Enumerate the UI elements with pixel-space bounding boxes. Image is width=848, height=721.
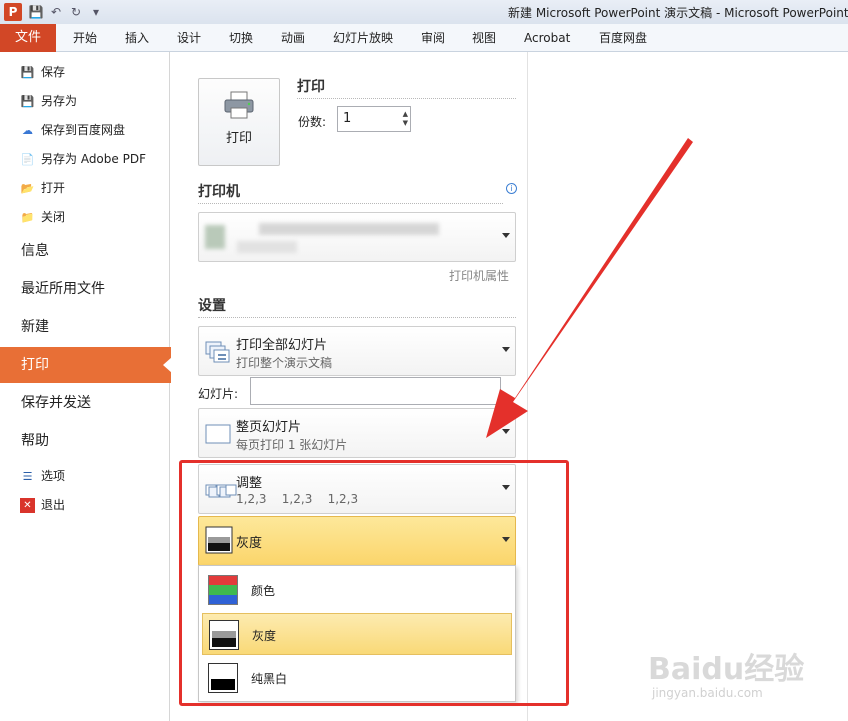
tab-design[interactable]: 设计 xyxy=(177,24,201,52)
folder-icon: 📁 xyxy=(20,210,35,224)
all-slides-icon xyxy=(205,341,230,363)
baidu-watermark-logo: Baidu经验 xyxy=(648,652,805,687)
nav-exit[interactable]: ✕ 退出 xyxy=(20,494,65,516)
nav-open-label: 打开 xyxy=(41,181,66,195)
tab-acrobat[interactable]: Acrobat xyxy=(524,24,570,52)
print-range-subtitle: 打印整个演示文稿 xyxy=(236,356,333,370)
nav-save-label: 保存 xyxy=(41,65,66,79)
printer-properties-link[interactable]: 打印机属性 xyxy=(449,267,509,284)
nav-info[interactable]: 信息 xyxy=(0,233,170,269)
print-button[interactable]: 打印 xyxy=(198,78,280,166)
layout-dropdown[interactable]: 整页幻灯片 每页打印 1 张幻灯片 xyxy=(198,408,516,458)
nav-close-label: 关闭 xyxy=(41,210,66,224)
full-page-slide-icon xyxy=(205,424,231,444)
nav-new[interactable]: 新建 xyxy=(0,309,170,345)
undo-icon[interactable]: ↶ xyxy=(48,4,64,20)
tab-animations[interactable]: 动画 xyxy=(281,24,305,52)
info-icon[interactable]: i xyxy=(506,183,517,194)
printer-dropdown[interactable] xyxy=(198,212,516,262)
backstage-nav: 💾 保存 💾 另存为 ☁ 保存到百度网盘 📄 另存为 Adobe PDF 📂 打… xyxy=(0,52,172,721)
annotation-highlight-box xyxy=(179,460,569,706)
nav-close[interactable]: 📁 关闭 xyxy=(20,206,65,228)
chevron-down-icon xyxy=(502,233,510,238)
tab-file[interactable]: 文件 xyxy=(0,24,56,52)
printer-status-icon xyxy=(205,225,225,249)
nav-open[interactable]: 📂 打开 xyxy=(20,177,65,199)
copies-value: 1 xyxy=(343,111,352,126)
divider xyxy=(297,98,516,99)
baidu-watermark-url: jingyan.baidu.com xyxy=(652,686,763,700)
chevron-down-icon xyxy=(502,429,510,434)
nav-save-send[interactable]: 保存并发送 xyxy=(0,385,170,421)
title-bar: P 💾 ↶ ↻ ▾ 新建 Microsoft PowerPoint 演示文稿 -… xyxy=(0,0,848,24)
printer-icon xyxy=(224,91,254,119)
save-as-icon: 💾 xyxy=(20,94,35,108)
quick-access-toolbar: 💾 ↶ ↻ ▾ xyxy=(28,4,104,20)
exit-icon: ✕ xyxy=(20,497,35,513)
divider xyxy=(198,203,503,204)
printer-status-redacted xyxy=(237,241,297,253)
slides-label: 幻灯片: xyxy=(198,387,239,401)
printer-name-redacted xyxy=(259,223,439,235)
customize-qat-icon[interactable]: ▾ xyxy=(88,4,104,20)
nav-save-as-pdf[interactable]: 📄 另存为 Adobe PDF xyxy=(20,148,146,170)
window-title: 新建 Microsoft PowerPoint 演示文稿 - Microsoft… xyxy=(508,6,848,20)
layout-title: 整页幻灯片 xyxy=(236,420,302,435)
tab-baidu-netdisk[interactable]: 百度网盘 xyxy=(599,24,647,52)
redo-icon[interactable]: ↻ xyxy=(68,4,84,20)
save-icon: 💾 xyxy=(20,65,35,79)
print-heading: 打印 xyxy=(297,79,325,95)
tab-home[interactable]: 开始 xyxy=(73,24,97,52)
tab-transitions[interactable]: 切换 xyxy=(229,24,253,52)
print-range-dropdown[interactable]: 打印全部幻灯片 打印整个演示文稿 xyxy=(198,326,516,376)
nav-save-to-baidu[interactable]: ☁ 保存到百度网盘 xyxy=(20,119,125,141)
slides-input[interactable] xyxy=(250,377,501,405)
tab-view[interactable]: 视图 xyxy=(472,24,496,52)
nav-print[interactable]: 打印 xyxy=(0,347,172,383)
print-button-label: 打印 xyxy=(225,131,252,146)
printer-heading: 打印机 xyxy=(198,184,240,200)
nav-recent[interactable]: 最近所用文件 xyxy=(0,271,170,307)
save-icon[interactable]: 💾 xyxy=(28,4,44,20)
nav-options[interactable]: ☰ 选项 xyxy=(20,465,65,487)
divider xyxy=(198,317,516,318)
nav-options-label: 选项 xyxy=(41,469,66,483)
nav-help[interactable]: 帮助 xyxy=(0,423,170,459)
layout-subtitle: 每页打印 1 张幻灯片 xyxy=(236,438,348,452)
nav-save-as-label: 另存为 xyxy=(41,94,78,108)
cloud-icon: ☁ xyxy=(22,123,33,137)
options-icon: ☰ xyxy=(22,469,33,483)
nav-exit-label: 退出 xyxy=(41,498,66,512)
nav-save[interactable]: 💾 保存 xyxy=(20,61,65,83)
pdf-icon: 📄 xyxy=(20,152,35,166)
open-folder-icon: 📂 xyxy=(20,181,35,195)
nav-save-as[interactable]: 💾 另存为 xyxy=(20,90,77,112)
spin-arrows-icon[interactable]: ▲ ▼ xyxy=(403,110,408,128)
nav-save-to-baidu-label: 保存到百度网盘 xyxy=(41,123,126,137)
settings-heading: 设置 xyxy=(198,298,226,314)
tab-slideshow[interactable]: 幻灯片放映 xyxy=(333,24,393,52)
print-range-title: 打印全部幻灯片 xyxy=(236,338,328,353)
ribbon-tab-bar: 文件 开始 插入 设计 切换 动画 幻灯片放映 审阅 视图 Acrobat 百度… xyxy=(0,24,848,52)
copies-stepper[interactable]: 1 ▲ ▼ xyxy=(337,106,411,132)
tab-insert[interactable]: 插入 xyxy=(125,24,149,52)
nav-save-as-pdf-label: 另存为 Adobe PDF xyxy=(41,152,146,166)
copies-label: 份数: xyxy=(298,115,327,129)
chevron-down-icon xyxy=(502,347,510,352)
powerpoint-app-icon[interactable]: P xyxy=(4,3,22,21)
tab-review[interactable]: 审阅 xyxy=(421,24,445,52)
